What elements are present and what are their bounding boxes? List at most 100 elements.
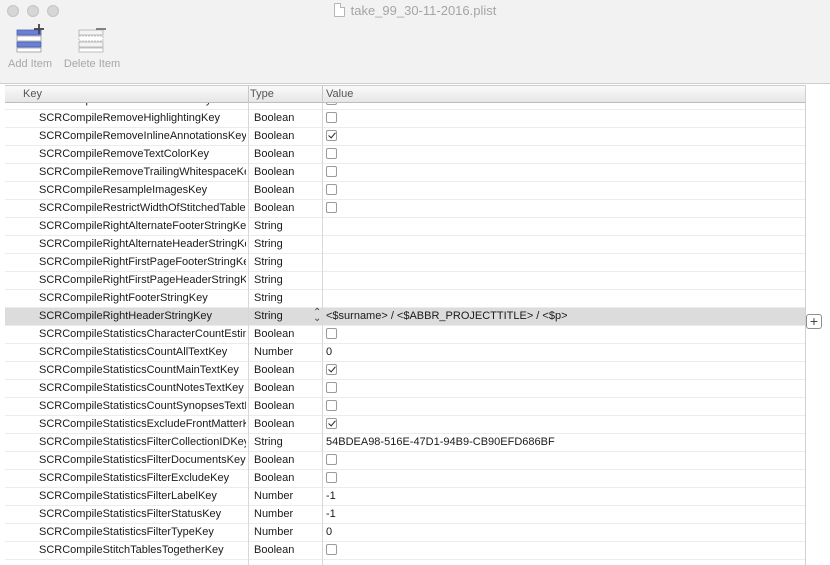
- key-cell[interactable]: SCRCompileStatisticsFilterExcludeKey: [39, 472, 246, 484]
- checkbox-checked[interactable]: [326, 418, 337, 429]
- column-divider[interactable]: [248, 86, 249, 103]
- delete-item-button[interactable]: Delete Item: [60, 24, 124, 70]
- column-divider[interactable]: [322, 86, 323, 103]
- key-column-header[interactable]: Key: [23, 88, 42, 100]
- type-cell[interactable]: Number: [254, 346, 322, 358]
- table-row[interactable]: SCRCompileStatisticsCountAllTextKey Numbe…: [5, 344, 805, 362]
- table-row[interactable]: SCRCompileRemoveTrailingWhitespaceKey Boo…: [5, 164, 805, 182]
- value-checkbox-cell[interactable]: [326, 544, 796, 556]
- type-cell[interactable]: Number: [254, 526, 322, 538]
- value-cell[interactable]: -1: [326, 508, 796, 520]
- type-cell[interactable]: Boolean: [254, 382, 322, 394]
- type-cell[interactable]: Boolean: [254, 202, 322, 214]
- add-row-button[interactable]: +: [806, 314, 822, 329]
- type-cell[interactable]: Boolean: [254, 112, 322, 124]
- table-row[interactable]: SCRCompileRightFirstPageHeaderStringKey S…: [5, 272, 805, 290]
- table-row[interactable]: SCRCompileStatisticsCountMainTextKey Bool…: [5, 362, 805, 380]
- checkbox-unchecked[interactable]: [326, 184, 337, 195]
- table-row[interactable]: SCRCompileRightHeaderStringKey String ⌃ ⌄ <$…: [5, 308, 805, 326]
- value-checkbox-cell[interactable]: [326, 130, 796, 142]
- table-row[interactable]: SCRCompileResampleImagesKey Boolean: [5, 182, 805, 200]
- table-row[interactable]: SCRCompileStatisticsCountNotesTextKey Boo…: [5, 380, 805, 398]
- key-cell[interactable]: SCRCompileRemoveTrailingWhitespaceKey: [39, 166, 246, 178]
- checkbox-unchecked[interactable]: [326, 454, 337, 465]
- key-cell[interactable]: SCRCompileStatisticsFilterDocumentsKey: [39, 454, 246, 466]
- type-cell[interactable]: Number: [254, 490, 322, 502]
- type-cell[interactable]: Boolean: [254, 454, 322, 466]
- key-cell[interactable]: SCRCompileRemoveHighlightingKey: [39, 112, 246, 124]
- table-row[interactable]: SCRCompileStatisticsCountSynopsesTextKey…: [5, 398, 805, 416]
- value-checkbox-cell[interactable]: [326, 202, 796, 214]
- value-checkbox-cell[interactable]: [326, 184, 796, 196]
- table-row[interactable]: SCRCompileRightFooterStringKey String: [5, 290, 805, 308]
- table-row[interactable]: SCRCompileRightAlternateFooterStringKey S…: [5, 218, 805, 236]
- value-checkbox-cell[interactable]: [326, 472, 796, 484]
- key-cell[interactable]: SCRCompileRightFirstPageHeaderStringKey: [39, 274, 246, 286]
- table-row[interactable]: SCRCompileStatisticsCharacterCountEstima…: [5, 326, 805, 344]
- key-cell[interactable]: SCRCompileStatisticsFilterTypeKey: [39, 526, 246, 538]
- type-cell[interactable]: String: [254, 292, 322, 304]
- type-cell[interactable]: Boolean: [254, 400, 322, 412]
- checkbox-unchecked[interactable]: [326, 112, 337, 123]
- key-cell[interactable]: SCRCompileStatisticsCountNotesTextKey: [39, 382, 246, 394]
- table-row[interactable]: SCRCompileRemoveTextColorKey Boolean: [5, 146, 805, 164]
- key-cell[interactable]: SCRCompileStatisticsFilterLabelKey: [39, 490, 246, 502]
- table-row[interactable]: SCRCompileStatisticsFilterStatusKey Numbe…: [5, 506, 805, 524]
- value-cell[interactable]: 54BDEA98-516E-47D1-94B9-CB90EFD686BF: [326, 436, 796, 448]
- type-cell[interactable]: Boolean: [254, 130, 322, 142]
- type-cell[interactable]: Boolean: [254, 103, 322, 106]
- checkbox-unchecked[interactable]: [326, 382, 337, 393]
- key-cell[interactable]: SCRCompileRemoveTextColorKey: [39, 148, 246, 160]
- value-checkbox-cell[interactable]: [326, 382, 796, 394]
- value-cell[interactable]: 0: [326, 526, 796, 538]
- type-cell[interactable]: Number: [254, 508, 322, 520]
- checkbox-unchecked[interactable]: [326, 148, 337, 159]
- table-row[interactable]: SCRCompileRemoveHighlightingKey Boolean: [5, 110, 805, 128]
- type-cell[interactable]: Boolean: [254, 544, 322, 556]
- type-cell[interactable]: Boolean: [254, 472, 322, 484]
- value-checkbox-cell[interactable]: [326, 166, 796, 178]
- value-checkbox-cell[interactable]: [326, 112, 796, 124]
- table-row[interactable]: SCRCompileStatisticsFilterDocumentsKey Bo…: [5, 452, 805, 470]
- value-checkbox-cell[interactable]: [326, 148, 796, 160]
- table-row[interactable]: SCRCompileStatisticsExcludeFrontMatterKe…: [5, 416, 805, 434]
- checkbox-unchecked[interactable]: [326, 544, 337, 555]
- type-cell[interactable]: Boolean: [254, 148, 322, 160]
- table-row[interactable]: SCRCompileStatisticsFilterCollectionIDKe…: [5, 434, 805, 452]
- key-cell[interactable]: SCRCompileRightAlternateHeaderStringKey: [39, 238, 246, 250]
- value-checkbox-cell[interactable]: [326, 418, 796, 430]
- value-column-header[interactable]: Value: [326, 88, 353, 100]
- table-row[interactable]: SCRCompileRestrictWidthOfStitchedTablesK…: [5, 200, 805, 218]
- key-cell[interactable]: SCRCompileStatisticsCharacterCountEstima…: [39, 328, 246, 340]
- checkbox-unchecked[interactable]: [326, 328, 337, 339]
- key-cell[interactable]: SCRCompileStatisticsCountSynopsesTextKey: [39, 400, 246, 412]
- checkbox-checked[interactable]: [326, 364, 337, 375]
- type-cell[interactable]: Boolean: [254, 184, 322, 196]
- type-cell[interactable]: Boolean: [254, 166, 322, 178]
- key-cell[interactable]: SCRCompileRightHeaderStringKey: [39, 310, 246, 322]
- value-checkbox-cell[interactable]: [326, 454, 796, 466]
- type-cell[interactable]: Boolean: [254, 418, 322, 430]
- key-cell[interactable]: SCRCompileRemoveFootnotesKey: [39, 103, 246, 106]
- value-cell[interactable]: -1: [326, 490, 796, 502]
- checkbox-checked[interactable]: [326, 130, 337, 141]
- type-column-header[interactable]: Type: [250, 88, 274, 100]
- table-row[interactable]: SCRCompileStatisticsFilterLabelKey Number…: [5, 488, 805, 506]
- table-row[interactable]: SCRCompileStatisticsFilterTypeKey Number 0: [5, 524, 805, 542]
- type-cell[interactable]: String: [254, 220, 322, 232]
- table-row[interactable]: SCRCompileRightAlternateHeaderStringKey S…: [5, 236, 805, 254]
- table-row[interactable]: SCRCompileRemoveInlineAnnotationsKey Bool…: [5, 128, 805, 146]
- key-cell[interactable]: SCRCompileRightAlternateFooterStringKey: [39, 220, 246, 232]
- type-cell[interactable]: String: [254, 436, 322, 448]
- value-checkbox-cell[interactable]: [326, 364, 796, 376]
- add-item-button[interactable]: Add Item: [4, 24, 56, 70]
- table-row[interactable]: SCRCompileRightFirstPageFooterStringKey S…: [5, 254, 805, 272]
- key-cell[interactable]: SCRCompileStatisticsFilterStatusKey: [39, 508, 246, 520]
- type-cell[interactable]: Boolean: [254, 364, 322, 376]
- key-cell[interactable]: SCRCompileRemoveInlineAnnotationsKey: [39, 130, 246, 142]
- type-cell[interactable]: String: [254, 274, 322, 286]
- value-cell[interactable]: <$surname> / <$ABBR_PROJECTTITLE> / <$p>: [326, 310, 796, 322]
- key-cell[interactable]: SCRCompileRestrictWidthOfStitchedTablesK…: [39, 202, 246, 214]
- value-cell[interactable]: 0: [326, 346, 796, 358]
- type-cell[interactable]: String: [254, 238, 322, 250]
